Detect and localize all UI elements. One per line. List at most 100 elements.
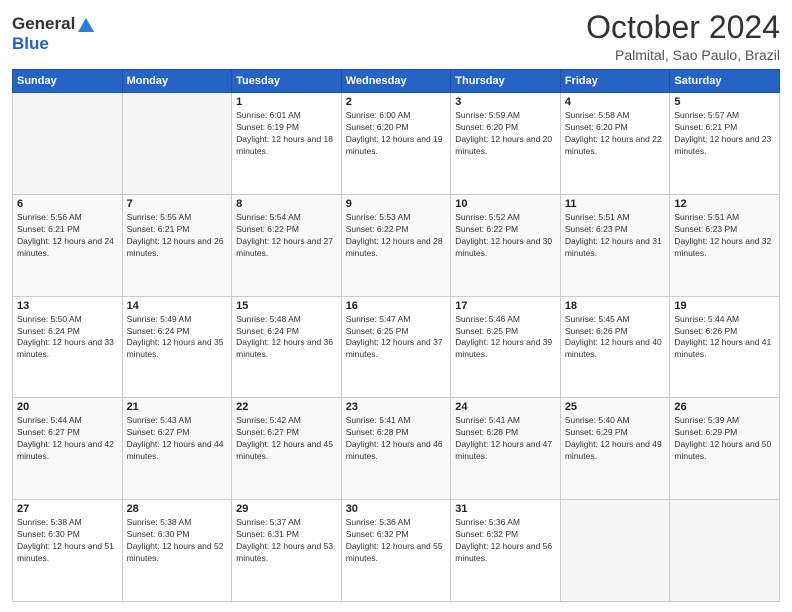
calendar-day-cell: 26Sunrise: 5:39 AMSunset: 6:29 PMDayligh… [670,398,780,500]
day-number: 18 [565,300,666,312]
daylight-text: Daylight: 12 hours and 37 minutes. [346,337,447,361]
sunrise-text: Sunrise: 5:40 AM [565,415,666,427]
daylight-text: Daylight: 12 hours and 45 minutes. [236,439,337,463]
day-number: 5 [674,96,775,108]
day-number: 3 [455,96,556,108]
sunset-text: Sunset: 6:30 PM [127,529,228,541]
calendar-week-row: 13Sunrise: 5:50 AMSunset: 6:24 PMDayligh… [13,296,780,398]
day-number: 21 [127,401,228,413]
daylight-text: Daylight: 12 hours and 55 minutes. [346,541,447,565]
day-number: 1 [236,96,337,108]
calendar-day-cell: 30Sunrise: 5:36 AMSunset: 6:32 PMDayligh… [341,500,451,602]
daylight-text: Daylight: 12 hours and 46 minutes. [346,439,447,463]
calendar-day-cell: 4 Sunrise: 5:58 AMSunset: 6:20 PMDaylight… [560,93,670,195]
sunrise-text: Sunrise: 5:36 AM [346,517,447,529]
daylight-text: Daylight: 12 hours and 51 minutes. [17,541,118,565]
dow-cell: Friday [560,70,670,93]
calendar-day-cell: 24 Sunrise: 5:41 AMSunset: 6:28 PMDayligh… [451,398,561,500]
day-info: Sunrise: 5:39 AMSunset: 6:29 PMDaylight:… [674,415,775,463]
sunrise-text: Sunrise: 5:49 AM [127,314,228,326]
daylight-text: Daylight: 12 hours and 33 minutes. [17,337,118,361]
sunrise-text: Sunrise: 5:36 AM [455,517,556,529]
calendar-day-cell: 22Sunrise: 5:42 AMSunset: 6:27 PMDayligh… [232,398,342,500]
calendar-day-cell: 11Sunrise: 5:51 AMSunset: 6:23 PMDayligh… [560,194,670,296]
calendar-day-cell: 13Sunrise: 5:50 AMSunset: 6:24 PMDayligh… [13,296,123,398]
sunrise-text: Sunrise: 5:54 AM [236,212,337,224]
daylight-text: Daylight: 12 hours and 24 minutes. [17,236,118,260]
day-number: 16 [346,300,447,312]
calendar-day-cell: 1Sunrise: 6:01 AMSunset: 6:19 PMDaylight… [232,93,342,195]
day-number: 8 [236,198,337,210]
day-number: 15 [236,300,337,312]
calendar-day-cell: 17Sunrise: 5:46 AMSunset: 6:25 PMDayligh… [451,296,561,398]
day-number: 4 [565,96,666,108]
location-title: Palmital, Sao Paulo, Brazil [586,47,780,63]
day-info: Sunrise: 5:57 AMSunset: 6:21 PMDaylight:… [674,110,775,158]
day-number: 25 [565,401,666,413]
sunrise-text: Sunrise: 5:42 AM [236,415,337,427]
day-info: Sunrise: 5:38 AMSunset: 6:30 PMDaylight:… [127,517,228,565]
sunrise-text: Sunrise: 5:48 AM [236,314,337,326]
day-info: Sunrise: 5:54 AMSunset: 6:22 PMDaylight:… [236,212,337,260]
daylight-text: Daylight: 12 hours and 39 minutes. [455,337,556,361]
sunset-text: Sunset: 6:21 PM [127,224,228,236]
sunrise-text: Sunrise: 5:46 AM [455,314,556,326]
calendar-day-cell: 9Sunrise: 5:53 AMSunset: 6:22 PMDaylight… [341,194,451,296]
dow-cell: Thursday [451,70,561,93]
sunset-text: Sunset: 6:21 PM [17,224,118,236]
day-number: 11 [565,198,666,210]
day-info: Sunrise: 5:58 AMSunset: 6:20 PMDaylight:… [565,110,666,158]
daylight-text: Daylight: 12 hours and 27 minutes. [236,236,337,260]
daylight-text: Daylight: 12 hours and 52 minutes. [127,541,228,565]
day-info: Sunrise: 5:38 AMSunset: 6:30 PMDaylight:… [17,517,118,565]
day-number: 9 [346,198,447,210]
daylight-text: Daylight: 12 hours and 44 minutes. [127,439,228,463]
dow-cell: Wednesday [341,70,451,93]
calendar-day-cell: 10Sunrise: 5:52 AMSunset: 6:22 PMDayligh… [451,194,561,296]
day-number: 12 [674,198,775,210]
sunrise-text: Sunrise: 5:50 AM [17,314,118,326]
sunset-text: Sunset: 6:27 PM [236,427,337,439]
sunrise-text: Sunrise: 5:37 AM [236,517,337,529]
logo: General Blue [12,10,96,53]
day-info: Sunrise: 5:46 AMSunset: 6:25 PMDaylight:… [455,314,556,362]
day-number: 24 [455,401,556,413]
day-info: Sunrise: 5:59 AMSunset: 6:20 PMDaylight:… [455,110,556,158]
calendar-day-cell [13,93,123,195]
calendar-day-cell: 5 Sunrise: 5:57 AMSunset: 6:21 PMDaylight… [670,93,780,195]
sunrise-text: Sunrise: 5:52 AM [455,212,556,224]
day-info: Sunrise: 5:55 AMSunset: 6:21 PMDaylight:… [127,212,228,260]
sunrise-text: Sunrise: 5:58 AM [565,110,666,122]
day-of-week-header-row: SundayMondayTuesdayWednesdayThursdayFrid… [13,70,780,93]
sunset-text: Sunset: 6:20 PM [565,122,666,134]
day-number: 19 [674,300,775,312]
calendar-day-cell: 16Sunrise: 5:47 AMSunset: 6:25 PMDayligh… [341,296,451,398]
calendar-day-cell: 29Sunrise: 5:37 AMSunset: 6:31 PMDayligh… [232,500,342,602]
day-number: 31 [455,503,556,515]
calendar-day-cell: 31 Sunrise: 5:36 AMSunset: 6:32 PMDayligh… [451,500,561,602]
sunset-text: Sunset: 6:30 PM [17,529,118,541]
sunset-text: Sunset: 6:25 PM [455,326,556,338]
sunset-text: Sunset: 6:31 PM [236,529,337,541]
dow-cell: Saturday [670,70,780,93]
calendar-day-cell: 28Sunrise: 5:38 AMSunset: 6:30 PMDayligh… [122,500,232,602]
sunset-text: Sunset: 6:28 PM [455,427,556,439]
calendar-week-row: 6Sunrise: 5:56 AMSunset: 6:21 PMDaylight… [13,194,780,296]
sunset-text: Sunset: 6:25 PM [346,326,447,338]
sunset-text: Sunset: 6:26 PM [565,326,666,338]
title-block: October 2024 Palmital, Sao Paulo, Brazil [586,10,780,63]
day-number: 23 [346,401,447,413]
calendar-week-row: 1Sunrise: 6:01 AMSunset: 6:19 PMDaylight… [13,93,780,195]
calendar-day-cell: 3 Sunrise: 5:59 AMSunset: 6:20 PMDaylight… [451,93,561,195]
day-info: Sunrise: 5:41 AMSunset: 6:28 PMDaylight:… [455,415,556,463]
sunset-text: Sunset: 6:32 PM [455,529,556,541]
day-info: Sunrise: 5:49 AMSunset: 6:24 PMDaylight:… [127,314,228,362]
logo-icon [76,16,96,34]
sunset-text: Sunset: 6:23 PM [565,224,666,236]
sunrise-text: Sunrise: 5:53 AM [346,212,447,224]
day-info: Sunrise: 6:00 AMSunset: 6:20 PMDaylight:… [346,110,447,158]
daylight-text: Daylight: 12 hours and 56 minutes. [455,541,556,565]
day-number: 20 [17,401,118,413]
day-info: Sunrise: 5:48 AMSunset: 6:24 PMDaylight:… [236,314,337,362]
sunset-text: Sunset: 6:23 PM [674,224,775,236]
